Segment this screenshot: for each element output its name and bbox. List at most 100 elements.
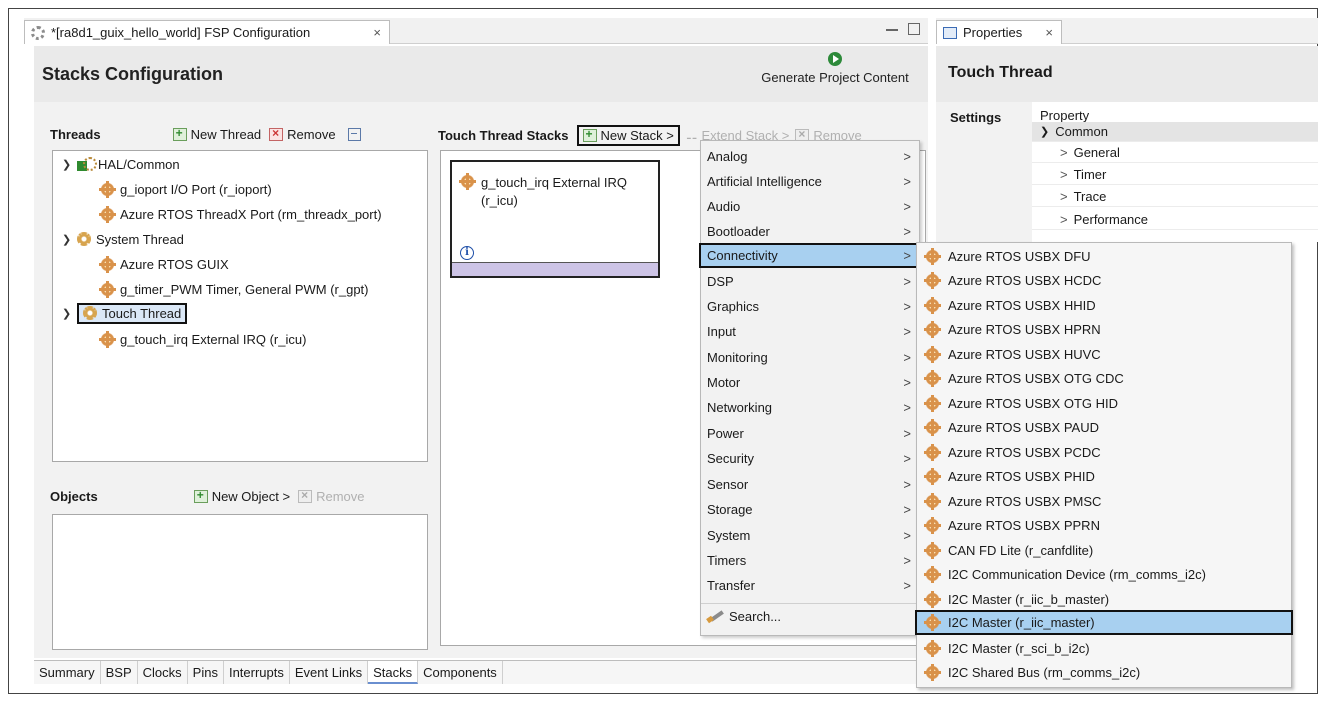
menu-item-networking[interactable]: Networking > [701,395,919,420]
submenu-item[interactable]: I2C Master (r_sci_b_i2c) [917,636,1291,661]
close-icon[interactable]: × [373,25,381,40]
search-icon [707,609,723,623]
menu-item-search[interactable]: Search... [701,603,919,628]
tree-node-system-thread[interactable]: ❯ System Thread [62,229,184,249]
editor-tab-fsp-configuration[interactable]: *[ra8d1_guix_hello_world] FSP Configurat… [24,20,390,44]
submenu-item[interactable]: Azure RTOS USBX PCDC [917,440,1291,465]
submenu-item[interactable]: Azure RTOS USBX PMSC [917,489,1291,514]
tree-node-g-touch-irq[interactable]: g_touch_irq External IRQ (r_icu) [99,329,306,349]
menu-item-graphics[interactable]: Graphics > [701,294,919,319]
chevron-right-icon: > [903,274,911,289]
submenu-item[interactable]: Azure RTOS USBX HCDC [917,269,1291,294]
menu-item-audio[interactable]: Audio > [701,194,919,219]
submenu-item[interactable]: Azure RTOS USBX OTG HID [917,391,1291,416]
module-icon [924,639,941,657]
submenu-item-label: Azure RTOS USBX HHID [948,297,1096,313]
submenu-item[interactable]: Azure RTOS USBX PHID [917,465,1291,490]
chevron-down-icon[interactable]: ❯ [62,158,72,171]
tab-components[interactable]: Components [418,661,503,684]
chevron-down-icon[interactable]: ❯ [1040,125,1049,138]
menu-item-input[interactable]: Input > [701,319,919,344]
collapse-all-icon[interactable] [347,127,361,141]
module-icon [99,255,116,273]
tab-summary[interactable]: Summary [34,661,101,684]
stack-card-line1: g_touch_irq External IRQ [481,175,627,190]
submenu-item[interactable]: Azure RTOS USBX PPRN [917,514,1291,539]
menu-item-motor[interactable]: Motor > [701,370,919,395]
minimize-icon[interactable] [886,29,898,31]
module-icon [924,296,941,314]
chevron-right-icon[interactable]: > [1060,189,1068,204]
submenu-item[interactable]: Azure RTOS USBX PAUD [917,416,1291,441]
generate-project-content-button[interactable]: Generate Project Content [750,52,920,96]
close-icon[interactable]: × [1045,25,1053,40]
submenu-item-i2c-master-r-iic-master[interactable]: I2C Master (r_iic_master) [915,610,1293,635]
submenu-item[interactable]: I2C Master (r_iic_b_master) [917,587,1291,612]
chevron-right-icon[interactable]: > [1060,212,1068,227]
submenu-item[interactable]: Azure RTOS USBX DFU [917,244,1291,269]
menu-item-analog[interactable]: Analog > [701,144,919,169]
maximize-icon[interactable] [908,23,920,35]
property-row-trace[interactable]: > Trace [1032,187,1318,207]
menu-item-sensor[interactable]: Sensor > [701,472,919,497]
stack-card-strip [452,262,658,276]
property-row-general[interactable]: > General [1032,143,1318,163]
submenu-item[interactable]: Azure RTOS USBX HPRN [917,318,1291,343]
chevron-down-icon[interactable]: ❯ [62,233,72,246]
tree-node-touch-thread[interactable]: ❯ Touch Thread [62,302,188,324]
tab-bsp[interactable]: BSP [101,661,138,684]
new-stack-button[interactable]: New Stack > [576,124,680,146]
module-icon [99,280,116,298]
menu-item-artificial-intelligence[interactable]: Artificial Intelligence > [701,169,919,194]
menu-item-label: Search... [729,608,782,624]
menu-item-bootloader[interactable]: Bootloader > [701,219,919,244]
tree-node-hal-common[interactable]: ❯ HAL/Common [62,154,180,174]
remove-thread-button[interactable]: Remove [269,126,336,142]
submenu-item[interactable]: Azure RTOS USBX HUVC [917,342,1291,367]
submenu-item[interactable]: Azure RTOS USBX OTG CDC [917,367,1291,392]
tab-interrupts[interactable]: Interrupts [224,661,290,684]
new-object-button[interactable]: New Object > [193,488,290,504]
stack-module-card[interactable]: g_touch_irq External IRQ (r_icu) i [450,160,660,278]
module-icon [99,330,116,348]
menu-item-storage[interactable]: Storage > [701,497,919,522]
submenu-item[interactable]: I2C Shared Bus (rm_comms_i2c) [917,661,1291,686]
tab-stacks[interactable]: Stacks [368,661,419,684]
menu-item-dsp[interactable]: DSP > [701,269,919,294]
menu-item-monitoring[interactable]: Monitoring > [701,345,919,370]
property-row-common[interactable]: ❯ Common [1032,122,1318,142]
chevron-right-icon[interactable]: > [1060,167,1068,182]
tree-node-guix[interactable]: Azure RTOS GUIX [99,254,229,274]
remove-object-button[interactable]: Remove [298,488,365,504]
selected-thread-highlight[interactable]: Touch Thread [77,302,188,324]
submenu-item[interactable]: Azure RTOS USBX HHID [917,293,1291,318]
tree-node-g-ioport[interactable]: g_ioport I/O Port (r_ioport) [99,179,272,199]
menu-item-label: Sensor [707,477,749,492]
properties-header: Touch Thread [936,46,1318,102]
properties-settings-tab[interactable]: Settings [936,102,1032,242]
chevron-down-icon[interactable]: ❯ [62,307,72,320]
tree-node-g-timer-pwm[interactable]: g_timer_PWM Timer, General PWM (r_gpt) [99,279,369,299]
menu-item-power[interactable]: Power > [701,421,919,446]
menu-item-label: Graphics [707,299,760,314]
submenu-item[interactable]: I2C Communication Device (rm_comms_i2c) [917,563,1291,588]
menu-item-timers[interactable]: Timers > [701,548,919,573]
new-thread-button[interactable]: New Thread [172,126,261,142]
menu-item-system[interactable]: System > [701,523,919,548]
tab-pins[interactable]: Pins [188,661,224,684]
menu-item-connectivity[interactable]: Connectivity > [699,243,921,268]
chevron-right-icon[interactable]: > [1060,145,1068,160]
chevron-right-icon: > [903,451,911,466]
menu-item-security[interactable]: Security > [701,446,919,471]
info-icon[interactable]: i [460,246,474,260]
property-row-timer[interactable]: > Timer [1032,165,1318,185]
submenu-item[interactable]: CAN FD Lite (r_canfdlite) [917,538,1291,563]
properties-tab[interactable]: Properties × [936,20,1062,44]
extend-icon: ⚋ [685,127,698,142]
tree-node-threadx-port[interactable]: Azure RTOS ThreadX Port (rm_threadx_port… [99,204,382,224]
menu-item-label: Storage [707,502,753,517]
property-row-performance[interactable]: > Performance [1032,210,1318,230]
tab-event-links[interactable]: Event Links [290,661,369,684]
menu-item-transfer[interactable]: Transfer > [701,573,919,598]
tab-clocks[interactable]: Clocks [138,661,188,684]
